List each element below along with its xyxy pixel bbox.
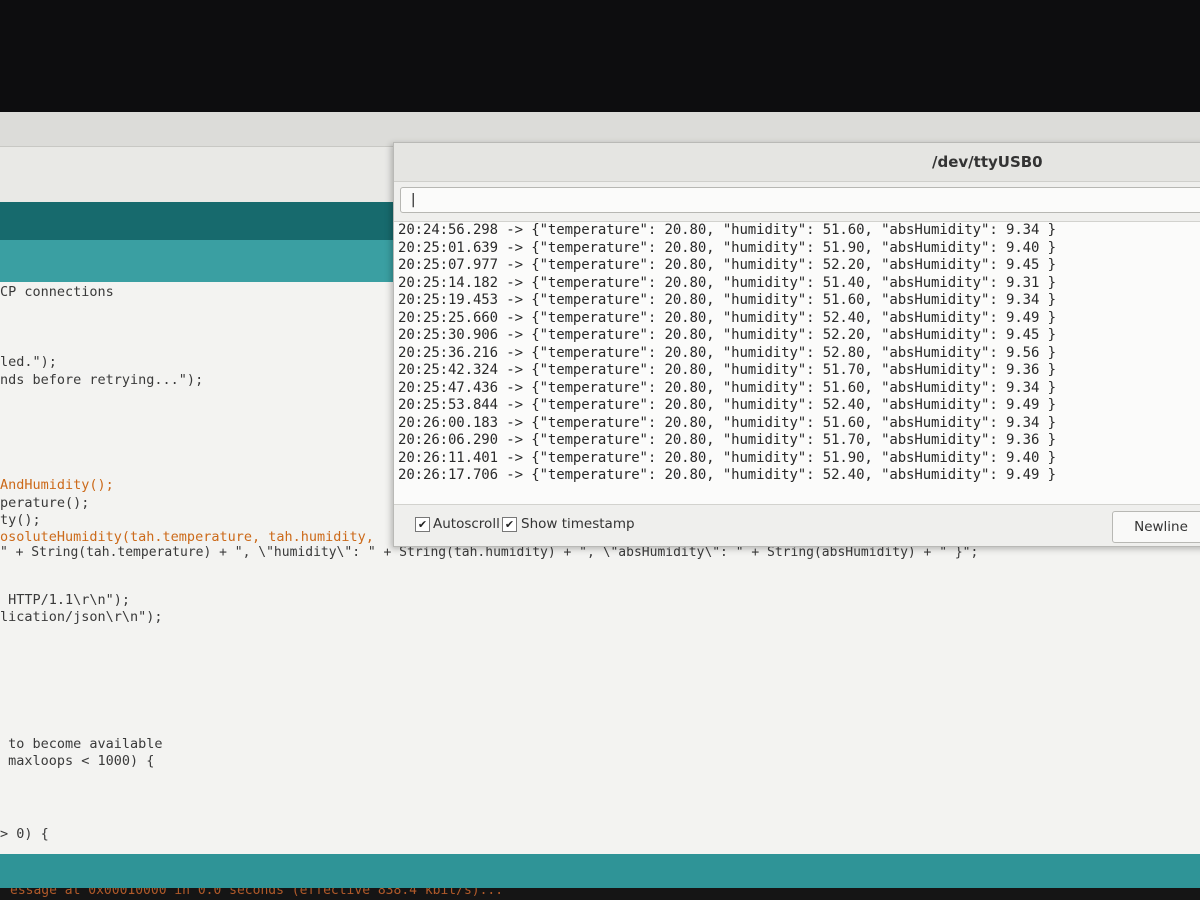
code-line: lication/json\r\n");: [0, 609, 163, 625]
serial-output-line: 20:26:17.706 -> {"temperature": 20.80, "…: [398, 467, 1056, 483]
serial-output-line: 20:25:19.453 -> {"temperature": 20.80, "…: [398, 292, 1056, 308]
serial-monitor-controls: ✔ Autoscroll ✔ Show timestamp Newline: [394, 505, 1200, 545]
ide-status-bar: [0, 854, 1200, 888]
code-line: > 0) {: [0, 826, 49, 842]
code-line: HTTP/1.1\r\n");: [0, 592, 131, 608]
serial-output-line: 20:25:36.216 -> {"temperature": 20.80, "…: [398, 344, 1056, 361]
serial-send-input[interactable]: [400, 187, 1200, 213]
code-line: to become available: [0, 736, 163, 752]
serial-output-line: 20:26:11.401 -> {"temperature": 20.80, "…: [398, 449, 1056, 466]
serial-output-area[interactable]: 20:24:56.298 -> {"temperature": 20.80, "…: [394, 221, 1200, 505]
ide-screen: CP connections led."); nds before retryi…: [0, 112, 1200, 900]
serial-output-line: 20:26:06.290 -> {"temperature": 20.80, "…: [398, 432, 1056, 448]
code-line: maxloops < 1000) {: [0, 753, 155, 769]
autoscroll-checkbox[interactable]: ✔: [415, 517, 430, 532]
serial-output-line: 20:25:42.324 -> {"temperature": 20.80, "…: [398, 362, 1056, 378]
serial-output-line: 20:24:56.298 -> {"temperature": 20.80, "…: [398, 222, 1056, 238]
window-title: /dev/ttyUSB0: [932, 153, 1043, 171]
code-line: " + String(tah.temperature) + ", \"humid…: [0, 545, 979, 560]
console-text: essage at 0x00010000 in 0.0 seconds (eff…: [10, 888, 504, 898]
serial-output-line: 20:25:14.182 -> {"temperature": 20.80, "…: [398, 274, 1056, 291]
serial-output-line: 20:25:53.844 -> {"temperature": 20.80, "…: [398, 397, 1056, 413]
line-ending-select[interactable]: Newline: [1112, 511, 1200, 543]
serial-output-line: 20:25:47.436 -> {"temperature": 20.80, "…: [398, 379, 1056, 396]
show-timestamp-label: Show timestamp: [521, 516, 635, 532]
serial-output-line: 20:25:07.977 -> {"temperature": 20.80, "…: [398, 257, 1056, 273]
serial-output-line: 20:25:30.906 -> {"temperature": 20.80, "…: [398, 327, 1056, 343]
show-timestamp-checkbox[interactable]: ✔: [502, 517, 517, 532]
code-line: AndHumidity();: [0, 477, 114, 493]
code-line: led.");: [0, 354, 57, 370]
serial-monitor-title-bar[interactable]: /dev/ttyUSB0: [394, 143, 1200, 182]
code-line: osoluteHumidity(tah.temperature, tah.hum…: [0, 529, 374, 545]
serial-output-line: 20:25:01.639 -> {"temperature": 20.80, "…: [398, 239, 1056, 256]
code-line: perature();: [0, 495, 90, 511]
code-line: CP connections: [0, 284, 114, 300]
code-line: nds before retrying...");: [0, 372, 204, 388]
serial-output-line: 20:26:00.183 -> {"temperature": 20.80, "…: [398, 414, 1056, 431]
ide-console: essage at 0x00010000 in 0.0 seconds (eff…: [0, 888, 1200, 900]
serial-monitor-window: /dev/ttyUSB0 20:24:56.298 -> {"temperatu…: [393, 142, 1200, 547]
autoscroll-label: Autoscroll: [433, 516, 500, 532]
code-line: ty();: [0, 512, 41, 528]
serial-output-line: 20:25:25.660 -> {"temperature": 20.80, "…: [398, 309, 1056, 326]
